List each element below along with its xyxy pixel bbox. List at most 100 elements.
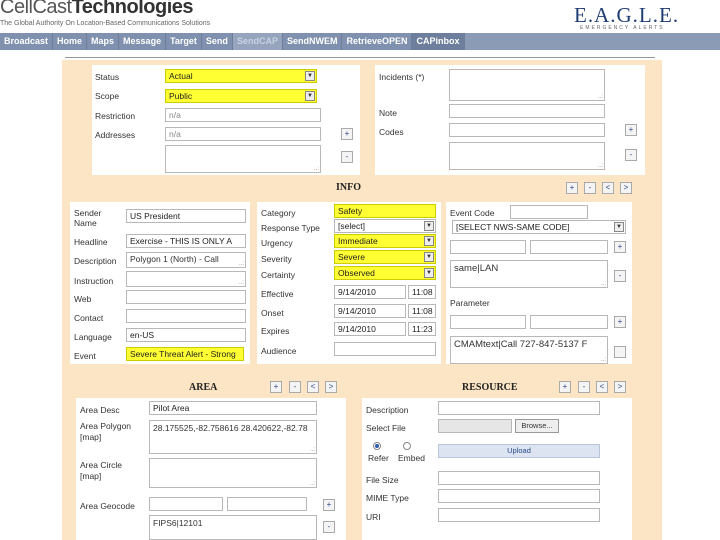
area-geocode-name-input[interactable] [149, 497, 223, 511]
area-geocode-add-button[interactable]: + [323, 499, 335, 511]
headline-input[interactable]: Exercise - THIS IS ONLY A [126, 234, 246, 248]
file-size-input[interactable] [438, 471, 600, 485]
tagline: The Global Authority On Location-Based C… [0, 20, 211, 27]
addresses-textarea[interactable]: ..: [165, 145, 321, 173]
embed-radio[interactable] [403, 442, 411, 450]
onset-time-input[interactable]: 11:08 [408, 304, 436, 318]
parameter-value-input[interactable] [530, 315, 608, 329]
event-code-value-input[interactable] [530, 240, 608, 254]
language-input[interactable]: en-US [126, 328, 246, 342]
event-code-select[interactable]: [SELECT NWS-SAME CODE] ▼ [452, 220, 626, 234]
restriction-input[interactable]: n/a [165, 108, 321, 122]
select-file-label: Select File [366, 423, 406, 433]
event-code-aux-input[interactable] [510, 205, 588, 219]
addresses-input[interactable]: n/a [165, 127, 321, 141]
tab-maps[interactable]: Maps [87, 33, 120, 50]
upload-button[interactable]: Upload [438, 444, 600, 458]
tab-sendcap[interactable]: SendCAP [232, 33, 283, 50]
area-geocode-label: Area Geocode [80, 501, 135, 511]
area-circle-map-link[interactable]: [map] [80, 471, 101, 481]
parameter-remove-button[interactable] [614, 346, 626, 358]
page-header: CellCastTechnologies The Global Authorit… [0, 0, 720, 32]
info-next-button[interactable]: > [620, 182, 632, 194]
tab-message[interactable]: Message [119, 33, 167, 50]
resize-grip-icon: ..: [309, 447, 315, 453]
info-add-button[interactable]: + [566, 182, 578, 194]
note-input[interactable] [449, 104, 605, 118]
area-geocode-value-input[interactable] [227, 497, 307, 511]
status-select[interactable]: Actual ▼ [165, 69, 317, 83]
area-next-button[interactable]: > [325, 381, 337, 393]
area-geocode-remove-button[interactable]: - [323, 521, 335, 533]
addresses-add-button[interactable]: + [341, 128, 353, 140]
parameter-name-input[interactable] [450, 315, 526, 329]
parameter-add-button[interactable]: + [614, 316, 626, 328]
resource-next-button[interactable]: > [614, 381, 626, 393]
area-add-button[interactable]: + [270, 381, 282, 393]
contact-input[interactable] [126, 309, 246, 323]
eagle-subtitle: EMERGENCY ALERTS [580, 25, 665, 31]
certainty-select[interactable]: Observed ▼ [334, 266, 436, 280]
area-geocode-textarea[interactable]: FIPS6|12101 [149, 515, 317, 540]
tab-home[interactable]: Home [53, 33, 88, 50]
area-desc-input[interactable]: Pilot Area [149, 401, 317, 415]
urgency-select[interactable]: Immediate ▼ [334, 234, 436, 248]
web-input[interactable] [126, 290, 246, 304]
scope-select[interactable]: Public ▼ [165, 89, 317, 103]
addresses-remove-button[interactable]: - [341, 151, 353, 163]
area-circle-textarea[interactable]: ..: [149, 458, 317, 488]
mime-type-input[interactable] [438, 489, 600, 503]
uri-label: URI [366, 512, 381, 522]
tab-target[interactable]: Target [166, 33, 202, 50]
expires-date-input[interactable]: 9/14/2010 [334, 322, 406, 336]
expires-time-input[interactable]: 11:23 [408, 322, 436, 336]
tab-capinbox[interactable]: CAPinbox [412, 33, 465, 50]
event-code-textarea[interactable]: same|LAN..: [450, 260, 608, 288]
resize-grip-icon: ..: [238, 261, 244, 267]
browse-button[interactable]: Browse... [515, 419, 559, 433]
sender-name-input[interactable]: US President [126, 209, 246, 223]
codes-textarea[interactable]: ..: [449, 142, 605, 170]
area-polygon-map-link[interactable]: [map] [80, 432, 101, 442]
dropdown-arrow-icon: ▼ [424, 236, 434, 246]
codes-add-button[interactable]: + [625, 124, 637, 136]
event-code-name-input[interactable] [450, 240, 526, 254]
area-remove-button[interactable]: - [289, 381, 301, 393]
parameter-textarea[interactable]: CMAMtext|Call 727-847-5137 F..: [450, 336, 608, 364]
instruction-textarea[interactable]: ..: [126, 271, 246, 287]
event-code-remove-button[interactable]: - [614, 270, 626, 282]
area-prev-button[interactable]: < [307, 381, 319, 393]
category-input[interactable]: Safety [334, 204, 436, 218]
event-input[interactable]: Severe Threat Alert - Strong [126, 347, 244, 361]
resource-prev-button[interactable]: < [596, 381, 608, 393]
resize-grip-icon: ..: [597, 94, 603, 100]
resize-grip-icon: ..: [238, 280, 244, 286]
info-remove-button[interactable]: - [584, 182, 596, 194]
severity-select[interactable]: Severe ▼ [334, 250, 436, 264]
uri-input[interactable] [438, 508, 600, 522]
response-type-select[interactable]: [select] ▼ [334, 219, 436, 233]
tab-sendnwem[interactable]: SendNWEM [282, 33, 343, 50]
incidents-textarea[interactable]: ..: [449, 69, 605, 101]
resource-description-input[interactable] [438, 401, 600, 415]
onset-date-input[interactable]: 9/14/2010 [334, 304, 406, 318]
select-file-input[interactable] [438, 419, 512, 433]
event-code-add-button[interactable]: + [614, 241, 626, 253]
tab-broadcast[interactable]: Broadcast [0, 33, 54, 50]
resize-grip-icon: ..: [600, 357, 606, 363]
codes-remove-button[interactable]: - [625, 149, 637, 161]
resource-add-button[interactable]: + [559, 381, 571, 393]
refer-radio[interactable] [373, 442, 381, 450]
description-textarea[interactable]: Polygon 1 (North) - Call..: [126, 252, 246, 268]
audience-input[interactable] [334, 342, 436, 356]
resource-remove-button[interactable]: - [578, 381, 590, 393]
area-polygon-textarea[interactable]: 28.175525,-82.758616 28.420622,-82.78..: [149, 420, 317, 454]
tab-retrieveopen[interactable]: RetrieveOPEN [342, 33, 413, 50]
effective-date-input[interactable]: 9/14/2010 [334, 285, 406, 299]
effective-time-input[interactable]: 11:08 [408, 285, 436, 299]
expires-label: Expires [261, 326, 290, 336]
info-prev-button[interactable]: < [602, 182, 614, 194]
codes-input[interactable] [449, 123, 605, 137]
tab-send[interactable]: Send [201, 33, 233, 50]
audience-label: Audience [261, 346, 297, 356]
